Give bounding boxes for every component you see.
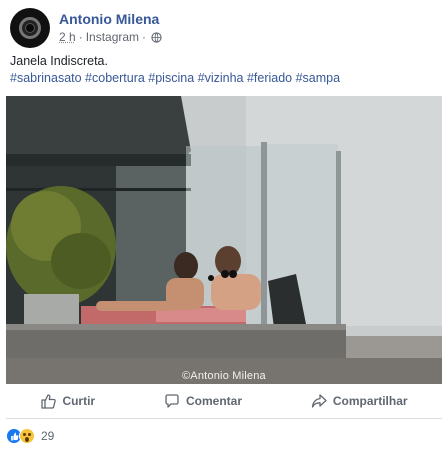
author-name[interactable]: Antonio Milena xyxy=(59,11,159,27)
post-hashtags[interactable]: #sabrinasato #cobertura #piscina #vizinh… xyxy=(10,70,438,87)
reaction-count: 29 xyxy=(41,429,55,443)
comment-button[interactable]: Comentar xyxy=(164,393,242,409)
avatar[interactable] xyxy=(10,8,50,48)
comment-label: Comentar xyxy=(185,394,242,408)
photo-watermark: ©Antonio Milena xyxy=(182,370,266,382)
meta-separator: · xyxy=(142,30,147,44)
globe-icon[interactable] xyxy=(151,31,162,43)
share-label: Compartilhar xyxy=(332,394,408,408)
facebook-post: Antonio Milena 2 h · Instagram · Janela … xyxy=(0,0,448,454)
actions-divider xyxy=(6,418,442,419)
post-actions-bar: Curtir Comentar Compartilhar xyxy=(6,388,442,414)
thumbs-up-icon xyxy=(41,394,57,409)
post-photo[interactable]: ©Antonio Milena xyxy=(6,96,442,384)
post-source[interactable]: Instagram xyxy=(86,30,139,44)
post-text: Janela Indiscreta. #sabrinasato #cobertu… xyxy=(10,53,438,87)
camera-lens xyxy=(25,23,35,33)
comment-icon xyxy=(165,394,179,408)
post-header: Antonio Milena 2 h · Instagram · xyxy=(10,8,438,48)
meta-separator: · xyxy=(78,30,83,44)
post-caption: Janela Indiscreta. xyxy=(10,54,108,68)
post-time[interactable]: 2 h xyxy=(59,30,76,44)
like-button[interactable]: Curtir xyxy=(40,393,95,409)
share-button[interactable]: Compartilhar xyxy=(311,393,408,409)
share-arrow-icon xyxy=(311,394,327,408)
wow-reaction-icon xyxy=(19,428,35,444)
rooftop-photo-illustration xyxy=(6,96,442,384)
post-meta: 2 h · Instagram · xyxy=(59,30,162,44)
like-label: Curtir xyxy=(62,394,96,408)
reactions-summary[interactable]: 29 xyxy=(6,428,54,444)
